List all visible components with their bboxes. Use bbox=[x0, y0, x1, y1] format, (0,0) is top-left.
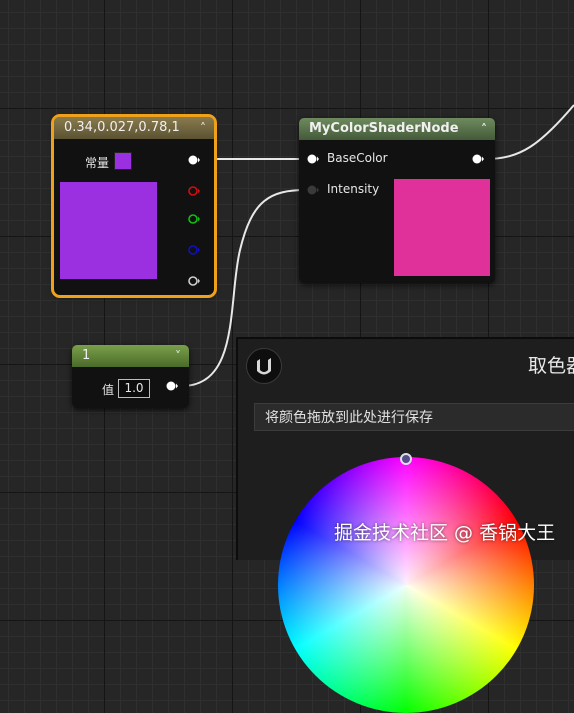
scalar-node[interactable]: 1 ˅ 值 1.0 bbox=[72, 345, 189, 408]
chevron-down-icon[interactable]: ˅ bbox=[175, 345, 181, 367]
output-pin-white[interactable] bbox=[188, 154, 200, 166]
output-pin-result[interactable] bbox=[472, 153, 484, 165]
constant-color-swatch[interactable] bbox=[114, 152, 132, 170]
input-pin-intensity[interactable] bbox=[307, 184, 319, 196]
scalar-value-field[interactable]: 1.0 bbox=[118, 379, 150, 398]
scalar-value-label: 值 bbox=[102, 383, 115, 397]
wire-shader-output bbox=[485, 104, 574, 160]
scalar-node-title: 1 bbox=[82, 348, 91, 363]
output-pin-red[interactable] bbox=[188, 185, 200, 197]
output-pin-scalar[interactable] bbox=[166, 380, 178, 392]
constant-color-preview bbox=[60, 182, 157, 279]
shader-preview bbox=[394, 179, 490, 276]
color-wheel-handle[interactable] bbox=[400, 453, 412, 465]
constant-label: 常量 bbox=[85, 156, 110, 170]
constant-color-node[interactable]: 0.34,0.027,0.78,1 ˄ 常量 bbox=[51, 114, 217, 298]
shader-node-header[interactable]: MyColorShaderNode ˄ bbox=[299, 118, 495, 140]
input-label-intensity: Intensity bbox=[327, 182, 380, 196]
chevron-up-icon[interactable]: ˄ bbox=[481, 118, 487, 140]
scalar-node-header[interactable]: 1 ˅ bbox=[72, 345, 189, 367]
input-pin-basecolor[interactable] bbox=[307, 153, 319, 165]
color-wheel[interactable] bbox=[278, 457, 534, 713]
color-picker-title: 取色器 bbox=[528, 355, 574, 377]
constant-node-header[interactable]: 0.34,0.027,0.78,1 ˄ bbox=[54, 117, 214, 139]
constant-node-title: 0.34,0.027,0.78,1 bbox=[64, 120, 180, 135]
shader-node-title: MyColorShaderNode bbox=[309, 121, 459, 136]
output-pin-alpha[interactable] bbox=[188, 275, 200, 287]
chevron-up-icon[interactable]: ˄ bbox=[200, 117, 206, 139]
shader-node[interactable]: MyColorShaderNode ˄ BaseColor Intensity bbox=[299, 118, 495, 283]
output-pin-blue[interactable] bbox=[188, 244, 200, 256]
output-pin-green[interactable] bbox=[188, 213, 200, 225]
color-save-drop-zone[interactable]: 将颜色拖放到此处进行保存 bbox=[254, 403, 574, 431]
input-label-basecolor: BaseColor bbox=[327, 151, 388, 165]
unreal-logo-icon bbox=[246, 348, 282, 384]
watermark: 掘金技术社区 @ 香锅大王 bbox=[334, 522, 556, 544]
